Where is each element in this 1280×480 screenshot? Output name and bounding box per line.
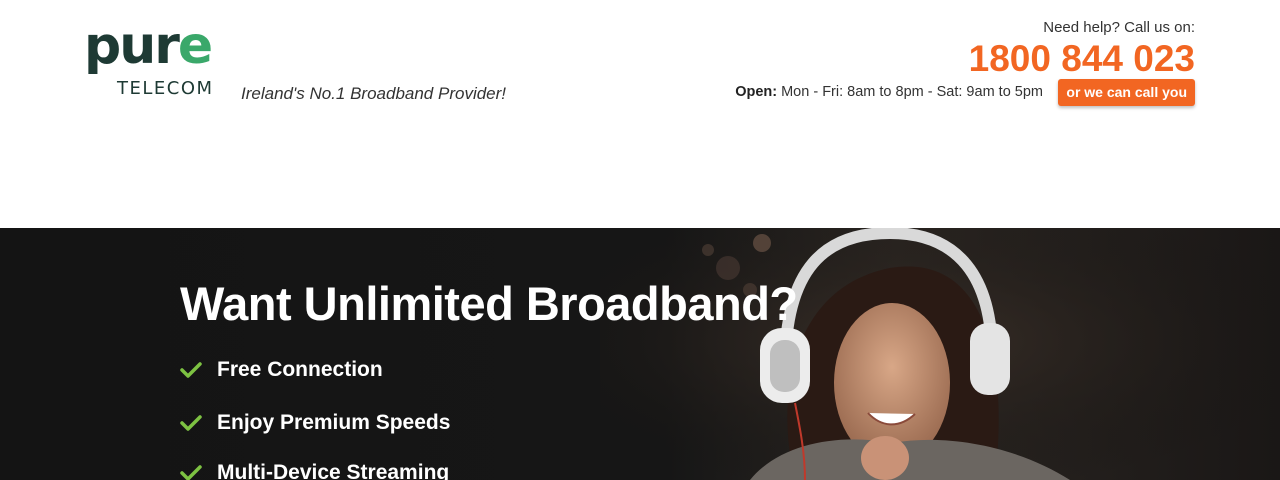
- callback-button[interactable]: or we can call you: [1058, 79, 1195, 106]
- feature-label: Enjoy Premium Speeds: [217, 411, 451, 434]
- hours-text: Mon - Fri: 8am to 8pm - Sat: 9am to 5pm: [777, 84, 1043, 100]
- logo-wordmark: pure: [84, 16, 213, 76]
- feature-label: Free Connection: [217, 358, 383, 381]
- phone-number-link[interactable]: 1800 844 023: [969, 38, 1195, 80]
- hero-photo: [600, 228, 1280, 480]
- tagline: Ireland's No.1 Broadband Provider!: [241, 84, 507, 103]
- check-icon: [180, 362, 202, 378]
- logo-subtitle: TELECOM: [117, 78, 214, 99]
- site-header: pure TELECOM Ireland's No.1 Broadband Pr…: [0, 0, 1280, 228]
- check-icon: [180, 415, 202, 431]
- feature-label: Multi-Device Streaming: [217, 461, 450, 480]
- check-icon: [180, 465, 202, 480]
- hero-banner: Want Unlimited Broadband? Free Connectio…: [0, 228, 1280, 480]
- feature-item: Free Connection: [180, 355, 383, 385]
- feature-item: Enjoy Premium Speeds: [180, 408, 450, 438]
- pure-telecom-logo[interactable]: pure TELECOM: [84, 16, 229, 104]
- opening-hours: Open: Mon - Fri: 8am to 8pm - Sat: 9am t…: [735, 84, 1043, 100]
- help-text: Need help? Call us on:: [1043, 19, 1195, 36]
- hero-title: Want Unlimited Broadband?: [180, 277, 798, 330]
- feature-item: Multi-Device Streaming: [180, 458, 449, 480]
- hours-label: Open:: [735, 84, 778, 100]
